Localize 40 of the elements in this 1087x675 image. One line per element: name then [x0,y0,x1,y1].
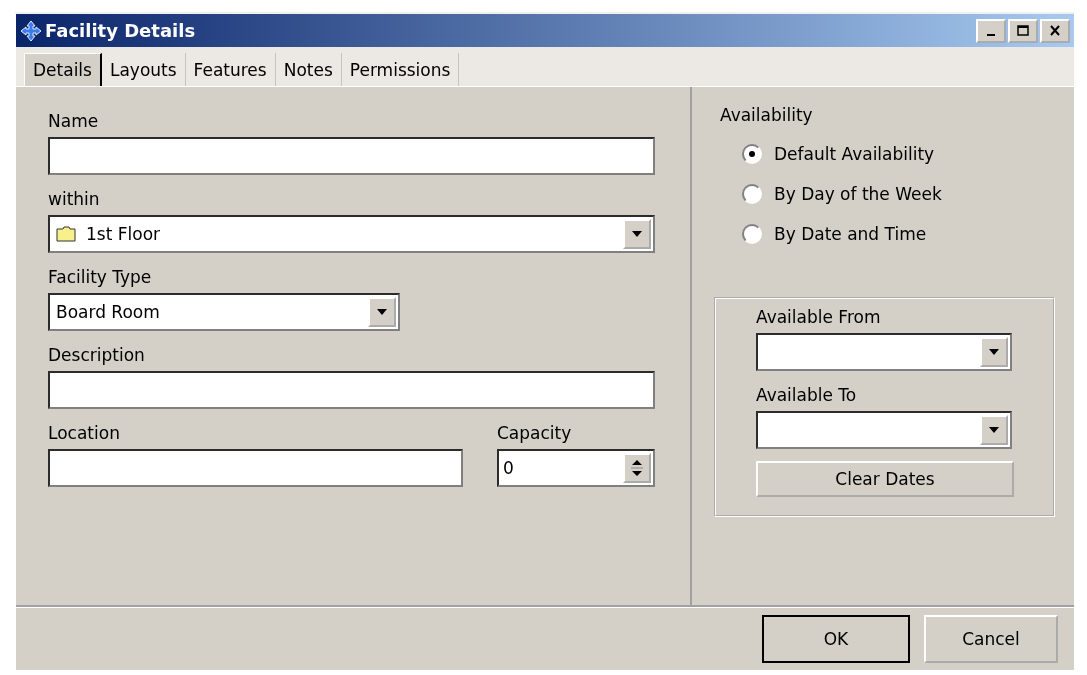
radio-button[interactable] [742,224,762,244]
close-icon [1049,25,1061,36]
field-label: within [48,189,101,209]
within-dropdown[interactable]: 1st Floor [48,215,655,253]
folder-icon [56,226,76,242]
spinner-value: 0 [503,458,514,478]
description-field[interactable] [48,371,655,409]
name-field[interactable] [48,137,655,175]
arrows-icon [20,19,42,42]
field-label: Available To [756,385,858,405]
clear-dates-button[interactable]: Clear Dates [756,461,1014,497]
available-to-dropdown[interactable] [756,411,1012,449]
radio-option[interactable]: By Day of the Week [742,181,1074,207]
radio-option[interactable]: By Date and Time [742,221,1074,247]
field-label: Available From [756,307,882,327]
radio-button[interactable] [742,144,762,164]
dialog-button[interactable]: Cancel [924,615,1058,663]
dialog-button[interactable]: OK [762,615,910,663]
maximize-icon [1017,25,1029,36]
field-label: Capacity [497,423,573,443]
location-field[interactable] [48,449,463,487]
spin-arrows-icon [623,453,651,483]
section-label: Availability [720,105,814,125]
capacity-spinner[interactable]: 0 [497,449,655,487]
radio-button[interactable] [742,184,762,204]
field-label: Facility Type [48,267,153,287]
minimize-icon [987,33,995,36]
maximize-button[interactable] [1008,18,1038,43]
radio-option[interactable]: Default Availability [742,141,1074,167]
available-from-dropdown[interactable] [756,333,1012,371]
window-title: Facility Details [45,20,196,41]
facility-type-dropdown[interactable]: Board Room [48,293,400,331]
dropdown-value: Board Room [56,302,160,322]
field-label: Location [48,423,121,443]
close-button[interactable] [1040,18,1070,43]
minimize-button[interactable] [976,18,1006,43]
field-label: Description [48,345,146,365]
dropdown-value: 1st Floor [86,224,161,244]
tab[interactable]: Details [24,53,102,86]
field-label: Name [48,111,100,131]
